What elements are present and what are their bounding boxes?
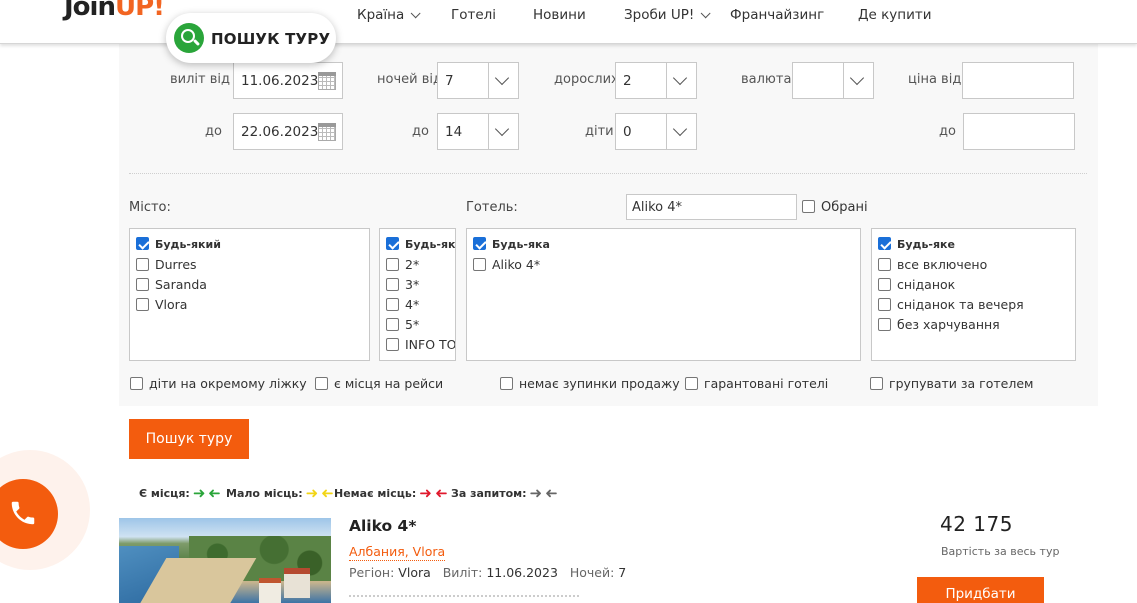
nav-item-make-up[interactable]: Зроби UP! [624,7,711,23]
arrow-right-icon: ➜ [419,484,432,502]
result-meta: Регіон: Vlora Виліт: 11.06.2023 Ночей: 7 [349,565,627,580]
meal-option-all-inclusive[interactable]: все включено [878,257,987,272]
stars-option-info-tour[interactable]: INFO TOUR [386,337,455,352]
hotel-label: Готель: [466,200,518,215]
hotel-option-aliko[interactable]: Aliko 4* [473,257,540,272]
city-option-any[interactable]: Будь-який [136,237,221,251]
arrow-left-icon: ➜ [434,484,448,502]
tour-search-pill[interactable]: ПОШУК ТУРУ [166,13,336,63]
option-group-by-hotel[interactable]: групувати за готелем [870,376,1033,391]
legend-available: Є місця: ➜ ➜ [139,484,221,502]
price-from-label: ціна від [908,72,962,87]
currency-select[interactable] [792,62,874,99]
nights-from-select[interactable]: 7 [437,62,519,99]
meal-option-breakfast[interactable]: сніданок [878,277,955,292]
meal-plan-list: Будь-яке все включено сніданок сніданок … [871,228,1076,361]
phone-icon [11,501,35,525]
city-option-saranda[interactable]: Saranda [136,277,207,292]
section-divider [129,173,1087,174]
city-option-vlora[interactable]: Vlora [136,297,187,312]
stars-option-any[interactable]: Будь-яка [386,237,455,251]
children-select[interactable]: 0 [615,113,697,150]
chevron-down-icon [410,8,421,19]
chevron-down-icon[interactable] [843,63,873,98]
option-guaranteed-hotels[interactable]: гарантовані готелі [685,376,828,391]
search-tour-button[interactable]: Пошук туру [129,419,249,459]
price-to-label: до [939,124,956,139]
checkbox[interactable] [802,200,815,213]
nav-item-news[interactable]: Новини [533,7,586,23]
legend-request: За запитом: ➜ ➜ [451,484,558,502]
result-price: 42 175 [940,512,1013,536]
hotel-option-any[interactable]: Будь-яка [473,237,550,251]
nav-item-hotels[interactable]: Готелі [451,7,496,23]
currency-label: валюта [741,72,792,87]
calendar-icon[interactable] [318,123,336,141]
buy-button[interactable]: Придбати [917,577,1044,603]
arrow-left-icon: ➜ [208,484,221,502]
meal-option-no-meals[interactable]: без харчування [878,317,1000,332]
stars-option-5[interactable]: 5* [386,317,419,332]
hotel-photo[interactable] [119,518,331,603]
depart-from-label: виліт від [170,72,230,87]
chevron-down-icon[interactable] [666,63,696,98]
result-hotel-name[interactable]: Aliko 4* [349,517,416,535]
favorites-checkbox[interactable]: Обрані [802,200,868,215]
stars-option-3[interactable]: 3* [386,277,419,292]
city-list: Будь-який Durres Saranda Vlora [129,228,370,361]
chevron-down-icon[interactable] [488,114,518,149]
arrow-right-icon: ➜ [305,484,319,502]
result-price-note: Вартість за весь тур [941,545,1060,558]
result-details-cut [349,595,579,603]
legend-few: Мало місць: ➜ ➜ [226,484,334,502]
hotel-list: Будь-яка Aliko 4* [466,228,861,361]
arrow-left-icon: ➜ [321,484,334,502]
adults-label: дорослих [554,72,619,87]
stars-option-4[interactable]: 4* [386,297,419,312]
price-to-input[interactable] [963,113,1075,150]
calendar-icon[interactable] [318,72,336,90]
arrow-right-icon: ➜ [192,484,206,502]
hotel-search-input[interactable]: Aliko 4* [626,194,797,220]
nights-to-label: до [412,124,429,139]
option-child-separate-bed[interactable]: діти на окремому ліжку [130,376,307,391]
nights-from-label: ночей від [377,72,442,87]
stars-option-2[interactable]: 2* [386,257,419,272]
search-icon [174,23,204,53]
depart-from-field[interactable]: 11.06.2023 [233,62,343,99]
option-no-stop-sale[interactable]: немає зупинки продажу [500,376,680,391]
nights-to-select[interactable]: 14 [437,113,519,150]
arrow-left-icon: ➜ [545,484,558,502]
city-option-durres[interactable]: Durres [136,257,197,272]
chevron-down-icon[interactable] [488,63,518,98]
depart-to-field[interactable]: 22.06.2023 [233,113,343,150]
chevron-down-icon[interactable] [666,114,696,149]
nav-item-country[interactable]: Країна [357,7,421,23]
nav-item-franchise[interactable]: Франчайзинг [730,7,824,23]
star-rating-list: Будь-яка 2* 3* 4* 5* INFO TOUR [379,228,456,361]
nav-item-where-to-buy[interactable]: Де купити [858,7,932,23]
option-flight-seats[interactable]: є місця на рейси [315,376,443,391]
legend-none: Немає місць: ➜ ➜ [334,484,448,502]
chevron-down-icon [700,8,711,19]
result-location-link[interactable]: Албания, Vlora [349,544,446,561]
city-label: Місто: [129,200,171,215]
price-from-input[interactable] [962,62,1074,99]
meal-option-half-board[interactable]: сніданок та вечеря [878,297,1024,312]
tour-search-pill-label: ПОШУК ТУРУ [211,30,331,48]
depart-to-label: до [205,124,222,139]
arrow-right-icon: ➜ [529,484,543,502]
adults-select[interactable]: 2 [615,62,697,99]
children-label: діти [585,124,614,139]
meal-option-any[interactable]: Будь-яке [878,237,955,251]
tour-search-form: виліт від 11.06.2023 ночей від 7 доросли… [119,44,1098,406]
